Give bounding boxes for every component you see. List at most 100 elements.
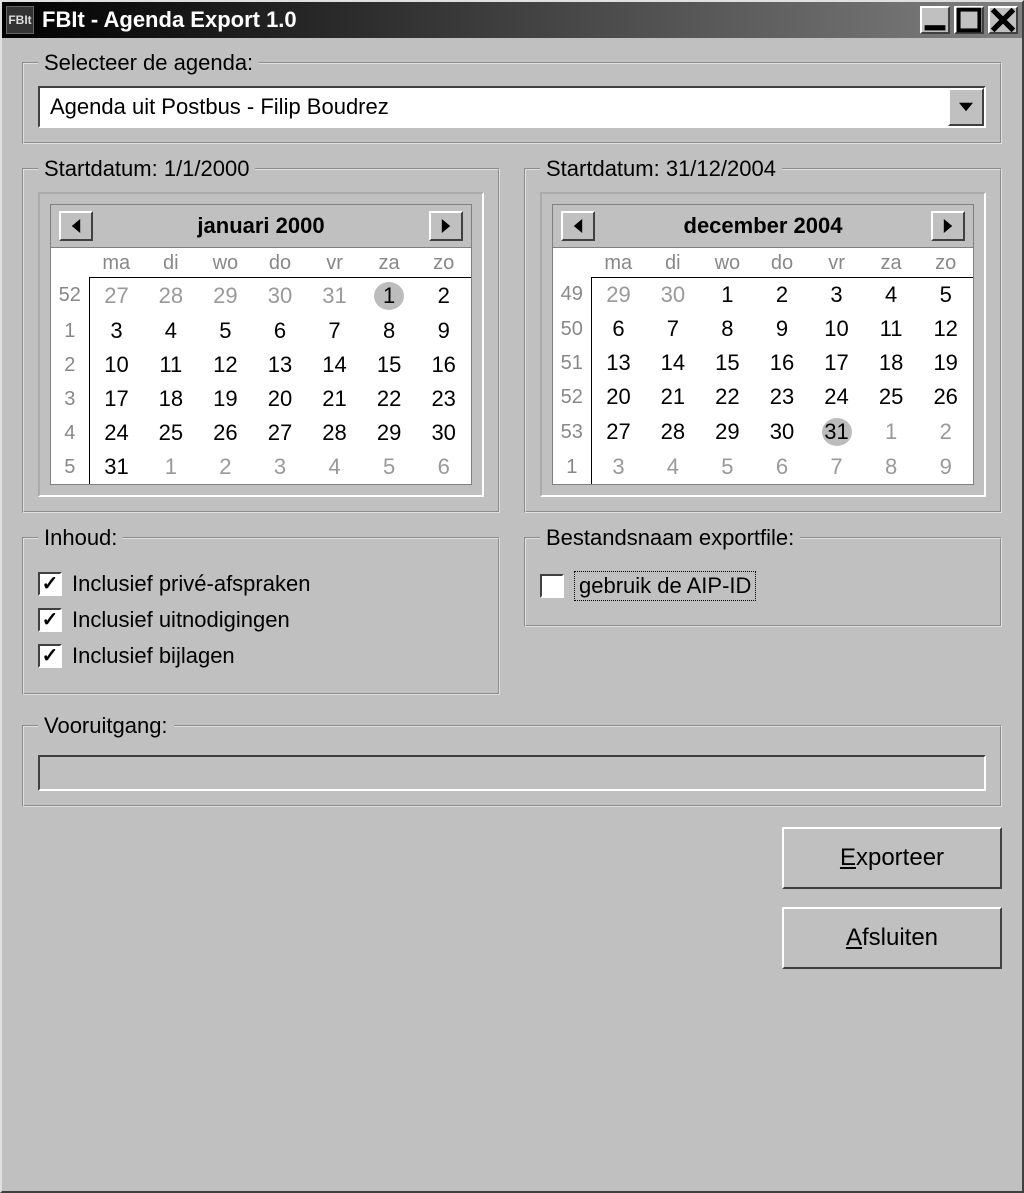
calendar-day[interactable]: 13 — [591, 346, 646, 380]
calendar-day[interactable]: 23 — [416, 382, 471, 416]
aip-id-checkbox[interactable] — [540, 574, 564, 598]
calendar-day[interactable]: 29 — [700, 414, 755, 450]
calendar-day[interactable]: 28 — [144, 278, 199, 315]
calendar-day[interactable]: 26 — [198, 416, 253, 450]
calendar-day[interactable]: 1 — [700, 278, 755, 313]
calendar-day[interactable]: 13 — [253, 348, 308, 382]
calendar-day[interactable]: 8 — [700, 312, 755, 346]
calendar-day[interactable]: 8 — [362, 314, 417, 348]
calendar-day[interactable]: 7 — [809, 450, 864, 484]
calendar-day[interactable]: 8 — [864, 450, 919, 484]
calendar-day[interactable]: 29 — [198, 278, 253, 315]
calendar-left-grid[interactable]: madiwodovrzazo52272829303112134567892101… — [51, 248, 471, 484]
calendar-day[interactable]: 10 — [809, 312, 864, 346]
calendar-day[interactable]: 18 — [864, 346, 919, 380]
calendar-day[interactable]: 26 — [918, 380, 973, 414]
calendar-day[interactable]: 6 — [416, 450, 471, 484]
calendar-day[interactable]: 31 — [809, 414, 864, 450]
calendar-day[interactable]: 4 — [144, 314, 199, 348]
calendar-day[interactable]: 3 — [253, 450, 308, 484]
calendar-day[interactable]: 24 — [809, 380, 864, 414]
calendar-day[interactable]: 12 — [918, 312, 973, 346]
calendar-day[interactable]: 14 — [646, 346, 701, 380]
calendar-day[interactable]: 3 — [591, 450, 646, 484]
close-app-button[interactable]: Afsluiten — [782, 907, 1002, 969]
calendar-day[interactable]: 30 — [755, 414, 810, 450]
calendar-day[interactable]: 2 — [416, 278, 471, 315]
calendar-day[interactable]: 11 — [144, 348, 199, 382]
calendar-day[interactable]: 29 — [591, 278, 646, 313]
calendar-day[interactable]: 6 — [253, 314, 308, 348]
calendar-day[interactable]: 2 — [755, 278, 810, 313]
calendar-day[interactable]: 3 — [89, 314, 144, 348]
calendar-day[interactable]: 22 — [362, 382, 417, 416]
inhoud-checkbox[interactable] — [38, 572, 62, 596]
calendar-day[interactable]: 18 — [144, 382, 199, 416]
calendar-day[interactable]: 11 — [864, 312, 919, 346]
calendar-day[interactable]: 5 — [198, 314, 253, 348]
calendar-day[interactable]: 27 — [591, 414, 646, 450]
calendar-day[interactable]: 7 — [646, 312, 701, 346]
calendar-day[interactable]: 16 — [755, 346, 810, 380]
calendar-day[interactable]: 19 — [918, 346, 973, 380]
calendar-day[interactable]: 10 — [89, 348, 144, 382]
calendar-day[interactable]: 14 — [307, 348, 362, 382]
calendar-day[interactable]: 30 — [416, 416, 471, 450]
calendar-day[interactable]: 30 — [646, 278, 701, 313]
calendar-day[interactable]: 4 — [646, 450, 701, 484]
calendar-day[interactable]: 4 — [307, 450, 362, 484]
calendar-day[interactable]: 1 — [864, 414, 919, 450]
calendar-day[interactable]: 28 — [307, 416, 362, 450]
calendar-day[interactable]: 1 — [362, 278, 417, 315]
calendar-day[interactable]: 24 — [89, 416, 144, 450]
close-button[interactable] — [988, 6, 1018, 34]
calendar-day[interactable]: 20 — [591, 380, 646, 414]
calendar-day[interactable]: 6 — [591, 312, 646, 346]
calendar-day[interactable]: 9 — [416, 314, 471, 348]
calendar-day[interactable]: 31 — [307, 278, 362, 315]
minimize-button[interactable] — [920, 6, 950, 34]
calendar-day[interactable]: 25 — [144, 416, 199, 450]
calendar-day[interactable]: 30 — [253, 278, 308, 315]
calendar-day[interactable]: 3 — [809, 278, 864, 313]
calendar-left-prev[interactable] — [59, 211, 93, 241]
calendar-day[interactable]: 21 — [646, 380, 701, 414]
calendar-day[interactable]: 25 — [864, 380, 919, 414]
calendar-day[interactable]: 2 — [918, 414, 973, 450]
calendar-day[interactable]: 31 — [89, 450, 144, 484]
calendar-day[interactable]: 7 — [307, 314, 362, 348]
calendar-day[interactable]: 5 — [362, 450, 417, 484]
calendar-day[interactable]: 2 — [198, 450, 253, 484]
calendar-day[interactable]: 16 — [416, 348, 471, 382]
calendar-day[interactable]: 5 — [700, 450, 755, 484]
calendar-day[interactable]: 27 — [89, 278, 144, 315]
calendar-day[interactable]: 4 — [864, 278, 919, 313]
calendar-day[interactable]: 5 — [918, 278, 973, 313]
maximize-button[interactable] — [954, 6, 984, 34]
calendar-day[interactable]: 20 — [253, 382, 308, 416]
calendar-day[interactable]: 1 — [144, 450, 199, 484]
calendar-day[interactable]: 28 — [646, 414, 701, 450]
calendar-day[interactable]: 29 — [362, 416, 417, 450]
inhoud-checkbox[interactable] — [38, 644, 62, 668]
calendar-day[interactable]: 21 — [307, 382, 362, 416]
calendar-right-prev[interactable] — [561, 211, 595, 241]
calendar-day[interactable]: 15 — [362, 348, 417, 382]
calendar-day[interactable]: 12 — [198, 348, 253, 382]
dropdown-button[interactable] — [948, 88, 984, 126]
calendar-day[interactable]: 17 — [809, 346, 864, 380]
calendar-right-next[interactable] — [931, 211, 965, 241]
calendar-day[interactable]: 6 — [755, 450, 810, 484]
calendar-day[interactable]: 19 — [198, 382, 253, 416]
calendar-day[interactable]: 9 — [755, 312, 810, 346]
calendar-left-next[interactable] — [429, 211, 463, 241]
calendar-right-grid[interactable]: madiwodovrzazo49293012345506789101112511… — [553, 248, 973, 484]
export-button[interactable]: Exporteer — [782, 827, 1002, 889]
calendar-day[interactable]: 23 — [755, 380, 810, 414]
calendar-day[interactable]: 15 — [700, 346, 755, 380]
calendar-day[interactable]: 22 — [700, 380, 755, 414]
calendar-day[interactable]: 27 — [253, 416, 308, 450]
calendar-day[interactable]: 9 — [918, 450, 973, 484]
calendar-day[interactable]: 17 — [89, 382, 144, 416]
agenda-dropdown[interactable]: Agenda uit Postbus - Filip Boudrez — [38, 86, 986, 128]
